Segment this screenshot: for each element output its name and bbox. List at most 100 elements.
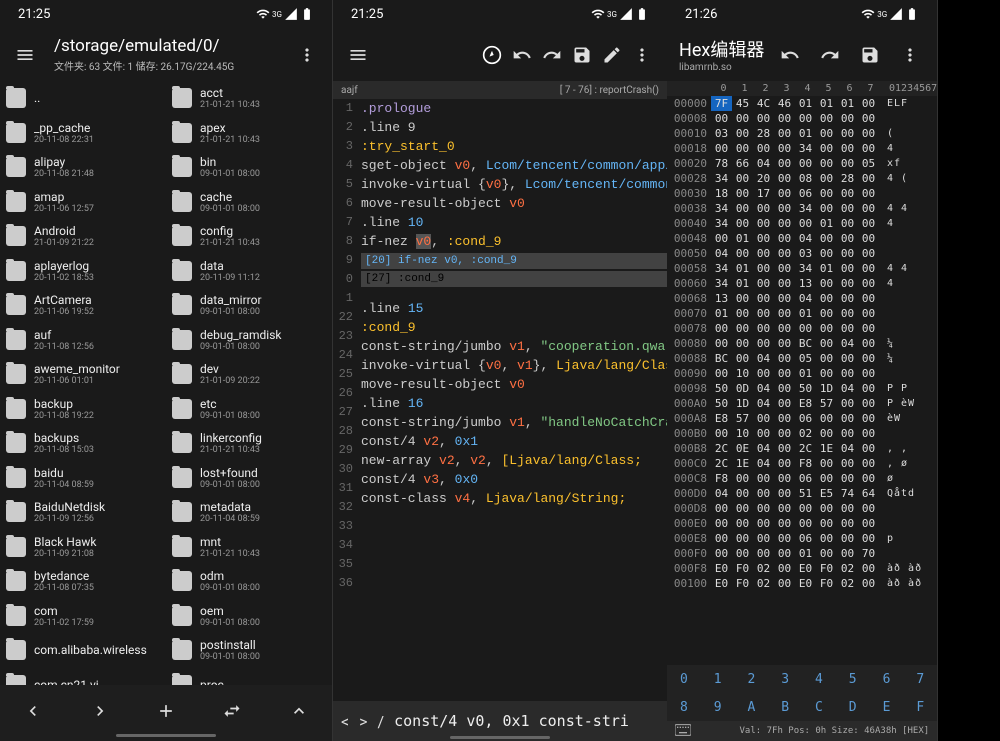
keyboard-icon[interactable] [675,724,691,739]
hex-row[interactable]: 000681300000004000000 [667,291,937,306]
hex-key-0[interactable]: 0 [667,665,701,693]
menu-button[interactable] [10,45,40,65]
search-prev[interactable]: < [341,712,349,731]
path-title[interactable]: /storage/emulated/0/ [54,36,292,56]
hex-row[interactable]: 000D80000000000000000 [667,501,937,516]
hex-row[interactable]: 000207866040000000005xf [667,156,937,171]
hex-row[interactable]: 000E80000000006000000 p [667,531,937,546]
hex-key-2[interactable]: 2 [735,665,769,693]
compass-button[interactable] [477,45,507,65]
nav-add[interactable] [156,701,176,725]
edit-button[interactable] [597,45,627,65]
hex-row[interactable]: 00088BC00040005000000¼ [667,351,937,366]
file-item[interactable]: dev 21-01-09 20:22 [166,357,332,392]
file-item[interactable]: auf 20-11-08 12:56 [0,323,166,358]
hex-row[interactable]: 000100300280001000000 ( [667,126,937,141]
file-item[interactable]: com 20-11-02 17:59 [0,599,166,634]
file-item[interactable]: com cn21 vi [0,668,166,686]
file-item[interactable]: _pp_cache 20-11-08 22:31 [0,116,166,151]
hex-row[interactable]: 0006034010000130000004 [667,276,937,291]
file-item[interactable]: Black Hawk 20-11-09 21:08 [0,530,166,565]
hex-key-8[interactable]: 8 [667,693,701,721]
hex-key-F[interactable]: F [903,693,937,721]
hex-row[interactable]: 0008000000000BC000400 ¼ [667,336,937,351]
hex-key-7[interactable]: 7 [903,665,937,693]
file-item[interactable]: baidu 20-11-04 08:59 [0,461,166,496]
hex-key-D[interactable]: D [836,693,870,721]
hex-row[interactable]: 00100E0F00200E0F00200àð àð [667,576,937,591]
hex-row[interactable]: 000180000000034000000 4 [667,141,937,156]
file-item[interactable]: config 21-01-21 10:43 [166,219,332,254]
hex-key-5[interactable]: 5 [836,665,870,693]
file-item[interactable]: oem 09-01-01 08:00 [166,599,332,634]
hex-key-A[interactable]: A [735,693,769,721]
file-item[interactable]: postinstall 09-01-01 08:00 [166,633,332,668]
redo-button[interactable] [815,45,845,65]
hex-grid[interactable]: 000007F454C4601010100 ELF000080000000000… [667,96,937,644]
nav-forward[interactable] [90,701,110,725]
file-item[interactable]: Android 21-01-09 21:22 [0,219,166,254]
suggestion-popup[interactable]: [20] if-nez v0, :cond_9 [27] :cond_9 [361,253,667,287]
hex-row[interactable]: 000E00000000000000000 [667,516,937,531]
hex-key-1[interactable]: 1 [701,665,735,693]
menu-button[interactable] [343,45,373,65]
hex-row[interactable]: 000C02C1E0400F8000000, ø [667,456,937,471]
file-item[interactable]: cache 09-01-01 08:00 [166,185,332,220]
file-item[interactable]: aweme_monitor 20-11-06 01:01 [0,357,166,392]
file-item[interactable]: mnt 21-01-21 10:43 [166,530,332,565]
nav-swap[interactable] [222,701,242,725]
file-item[interactable]: alipay 20-11-08 21:48 [0,150,166,185]
hex-row[interactable]: 0003834000000340000004 4 [667,201,937,216]
hex-key-3[interactable]: 3 [768,665,802,693]
hex-row[interactable]: 00098500D0400501D0400P P [667,381,937,396]
file-item[interactable]: lost+found 09-01-01 08:00 [166,461,332,496]
hex-row[interactable]: 000F8E0F00200E0F00200àð àð [667,561,937,576]
file-item[interactable]: .. [0,81,166,116]
save-button[interactable] [567,45,597,65]
hex-row[interactable]: 000900010000001000000 [667,366,937,381]
hex-row[interactable]: 000007F454C4601010100 ELF [667,96,937,111]
more-button[interactable] [627,45,657,65]
hex-row[interactable]: 000700100000001000000 [667,306,937,321]
search-next[interactable]: > [359,712,367,731]
hex-row[interactable]: 000F00000000001000070 [667,546,937,561]
hex-row[interactable]: 000D00400000051E57464 Qåtd [667,486,937,501]
undo-button[interactable] [507,45,537,65]
file-item[interactable]: bytedance 20-11-08 07:35 [0,564,166,599]
file-item[interactable]: data 20-11-09 11:12 [166,254,332,289]
search-query[interactable]: const/4 v0, 0x1 const-stri [394,712,659,730]
file-item[interactable]: aplayerlog 20-11-02 18:53 [0,254,166,289]
undo-button[interactable] [775,45,805,65]
file-item[interactable]: backup 20-11-08 19:22 [0,392,166,427]
file-item[interactable]: apex 21-01-21 10:43 [166,116,332,151]
hex-row[interactable]: 000500400000003000000 [667,246,937,261]
file-item[interactable]: BaiduNetdisk 20-11-09 12:56 [0,495,166,530]
file-item[interactable]: debug_ramdisk 09-01-01 08:00 [166,323,332,358]
more-button[interactable] [895,45,925,65]
file-item[interactable]: proc [166,668,332,686]
hex-key-B[interactable]: B [768,693,802,721]
code-editor[interactable]: 1234567890122232425262728293031323334353… [333,99,667,701]
hex-row[interactable]: 000480001000004000000 [667,231,937,246]
file-item[interactable]: odm 09-01-01 08:00 [166,564,332,599]
file-item[interactable]: linkerconfig 21-01-21 10:43 [166,426,332,461]
save-button[interactable] [855,45,885,65]
hex-row[interactable]: 0004034000000000100004 [667,216,937,231]
hex-row[interactable]: 000B82C0E04002C1E0400, , [667,441,937,456]
nav-up[interactable] [289,701,309,725]
hex-row[interactable]: 000780000000000000000 [667,321,937,336]
hex-row[interactable]: 000B00010000002000000 [667,426,937,441]
file-item[interactable]: acct 21-01-21 10:43 [166,81,332,116]
file-item[interactable]: com.alibaba.wireless [0,633,166,668]
hex-row[interactable]: 000A0501D0400E8570000P èW [667,396,937,411]
file-item[interactable]: data_mirror 09-01-01 08:00 [166,288,332,323]
hex-key-4[interactable]: 4 [802,665,836,693]
nav-back[interactable] [23,701,43,725]
file-item[interactable]: metadata 20-11-04 08:59 [166,495,332,530]
hex-key-E[interactable]: E [870,693,904,721]
hex-row[interactable]: 000080000000000000000 [667,111,937,126]
file-item[interactable]: amap 20-11-06 12:57 [0,185,166,220]
hex-row[interactable]: 0002834002000080028004 ( [667,171,937,186]
file-tab[interactable]: aajf [ 7 - 76] : reportCrash() [333,81,667,99]
hex-key-C[interactable]: C [802,693,836,721]
